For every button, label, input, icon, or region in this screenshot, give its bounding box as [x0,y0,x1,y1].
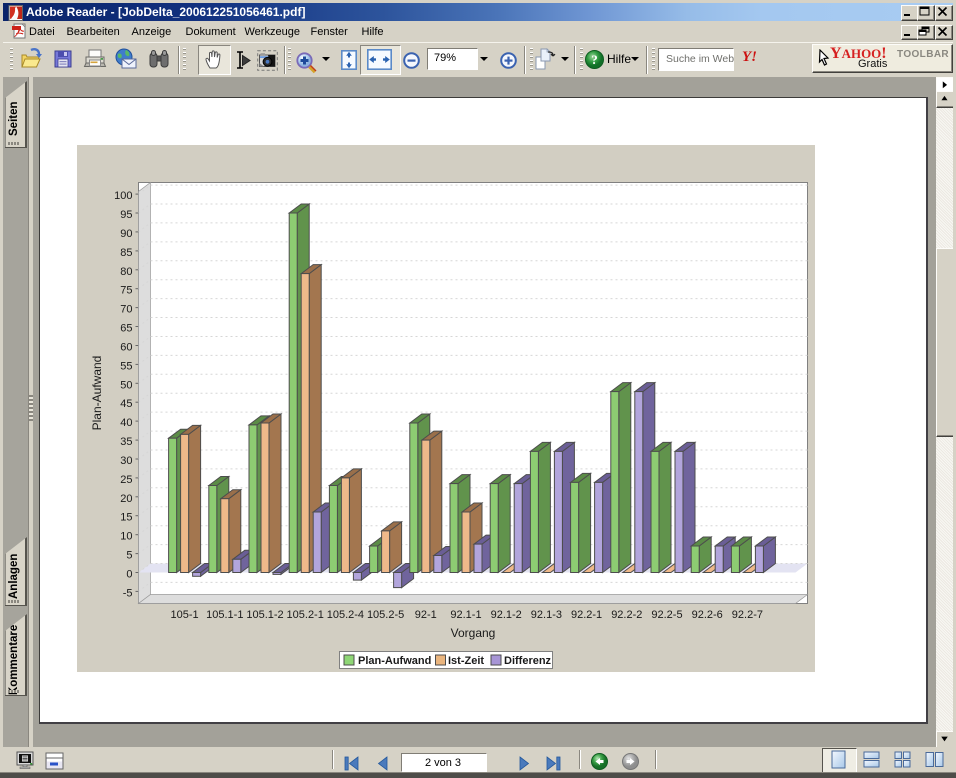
svg-text:70: 70 [120,304,132,316]
svg-text:92.1-2: 92.1-2 [491,609,522,621]
svg-text:105.1-2: 105.1-2 [246,609,283,621]
svg-text:40: 40 [120,417,132,429]
svg-text:Plan-Aufwand: Plan-Aufwand [90,356,104,431]
svg-text:15: 15 [120,512,132,524]
svg-text:0: 0 [126,569,132,581]
svg-text:Plan-Aufwand: Plan-Aufwand [358,655,431,667]
svg-text:60: 60 [120,342,132,354]
svg-text:-5: -5 [123,587,133,599]
svg-text:92.2-1: 92.2-1 [571,609,602,621]
svg-text:30: 30 [120,455,132,467]
svg-text:Differenz: Differenz [504,655,552,667]
svg-text:95: 95 [120,209,132,221]
svg-text:92.1-3: 92.1-3 [531,609,562,621]
svg-text:105.2-5: 105.2-5 [367,609,404,621]
svg-text:92.2-6: 92.2-6 [692,609,723,621]
svg-text:10: 10 [120,531,132,543]
svg-text:5: 5 [126,550,132,562]
svg-text:65: 65 [120,323,132,335]
svg-text:50: 50 [120,379,132,391]
svg-text:Vorgang: Vorgang [451,626,496,640]
svg-text:20: 20 [120,493,132,505]
svg-text:92.1-1: 92.1-1 [450,609,481,621]
svg-text:80: 80 [120,266,132,278]
svg-text:85: 85 [120,247,132,259]
svg-text:35: 35 [120,436,132,448]
svg-text:45: 45 [120,398,132,410]
svg-text:92.2-7: 92.2-7 [732,609,763,621]
svg-text:105.2-1: 105.2-1 [287,609,324,621]
svg-text:?: ? [591,52,598,67]
svg-text:100: 100 [114,190,132,202]
svg-text:105.1-1: 105.1-1 [206,609,243,621]
svg-text:105-1: 105-1 [171,609,199,621]
svg-text:92.2-2: 92.2-2 [611,609,642,621]
svg-text:105.2-4: 105.2-4 [327,609,364,621]
svg-text:75: 75 [120,285,132,297]
svg-text:92-1: 92-1 [415,609,437,621]
svg-text:Ist-Zeit: Ist-Zeit [448,655,484,667]
svg-text:92.2-5: 92.2-5 [651,609,682,621]
svg-text:55: 55 [120,360,132,372]
svg-text:25: 25 [120,474,132,486]
svg-text:90: 90 [120,228,132,240]
